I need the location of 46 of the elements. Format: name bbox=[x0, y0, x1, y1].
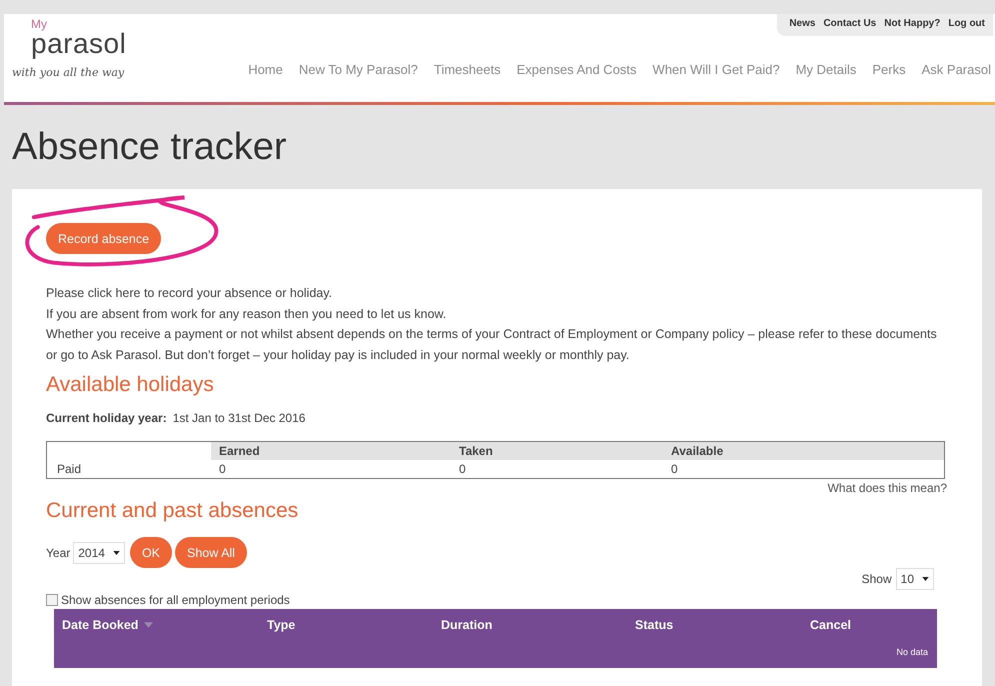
nav-link[interactable]: Perks bbox=[872, 62, 906, 77]
empty-message: No data bbox=[896, 647, 928, 657]
show-label: Show bbox=[862, 572, 892, 586]
column-header: Taken bbox=[451, 442, 663, 460]
help-link[interactable]: What does this mean? bbox=[828, 481, 947, 495]
sort-icon bbox=[144, 622, 154, 628]
intro-text: If you are absent from work for any reason then you need to let us know. bbox=[46, 306, 448, 323]
nav-link[interactable]: Ask Parasol bbox=[922, 62, 991, 77]
nav-link[interactable]: New To My Parasol? bbox=[298, 62, 418, 77]
utility-link[interactable]: Log out bbox=[948, 18, 985, 29]
utility-link[interactable]: Not Happy? bbox=[884, 18, 940, 29]
year-label: Year bbox=[46, 546, 70, 560]
logo-tagline: with you all the way bbox=[12, 66, 126, 79]
column-header: Available bbox=[663, 442, 944, 460]
table-cell-text: 0 bbox=[458, 461, 467, 478]
column-header[interactable]: Cancel bbox=[810, 618, 937, 632]
holiday-year-value: 1st Jan to 31st Dec 2016 bbox=[172, 411, 306, 425]
utility-link[interactable]: Contact Us bbox=[823, 18, 876, 29]
utility-link[interactable]: News bbox=[789, 18, 816, 29]
checkbox-label: Show absences for all employment periods bbox=[61, 593, 290, 607]
nav-link[interactable]: My Details bbox=[796, 62, 856, 77]
table-cell-text: 0 bbox=[218, 461, 227, 478]
intro-text: Please click here to record your absence or holiday. bbox=[46, 285, 334, 302]
nav-link[interactable]: Expenses And Costs bbox=[516, 62, 637, 77]
column-header[interactable]: Date Booked bbox=[62, 618, 267, 632]
logo-wordmark: parasol bbox=[31, 30, 126, 58]
column-header[interactable]: Duration bbox=[441, 618, 635, 632]
holiday-year-label: Current holiday year: bbox=[46, 411, 167, 425]
caret-icon bbox=[112, 550, 120, 554]
nav-link[interactable]: When Will I Get Paid? bbox=[652, 62, 780, 77]
page-size-select[interactable]: 10 bbox=[896, 568, 934, 590]
page-title: Absence tracker bbox=[12, 125, 288, 170]
section-heading: Current and past absences bbox=[46, 499, 300, 523]
caret-icon bbox=[922, 577, 929, 581]
year-select[interactable]: 2014 bbox=[73, 542, 125, 564]
intro-text: Whether you receive a payment or not whilst absent depends on the terms of your Contract of Employment or Company policy – please refer to these documents or go to Ask Parasol. But don’t forget – your holiday pay is included in your normal weekly or monthly pay. bbox=[46, 326, 938, 364]
column-header: Earned bbox=[211, 442, 451, 460]
column-header[interactable]: Type bbox=[267, 618, 441, 632]
section-heading: Available holidays bbox=[46, 373, 215, 397]
nav-link[interactable]: Timesheets bbox=[434, 62, 501, 77]
table-cell-text: 0 bbox=[670, 461, 679, 478]
column-header[interactable]: Status bbox=[635, 618, 810, 632]
table-cell-text: Paid bbox=[56, 461, 82, 478]
checkbox[interactable] bbox=[46, 594, 58, 606]
nav-link[interactable]: Home bbox=[248, 62, 283, 77]
logo-prefix: My bbox=[31, 18, 48, 30]
